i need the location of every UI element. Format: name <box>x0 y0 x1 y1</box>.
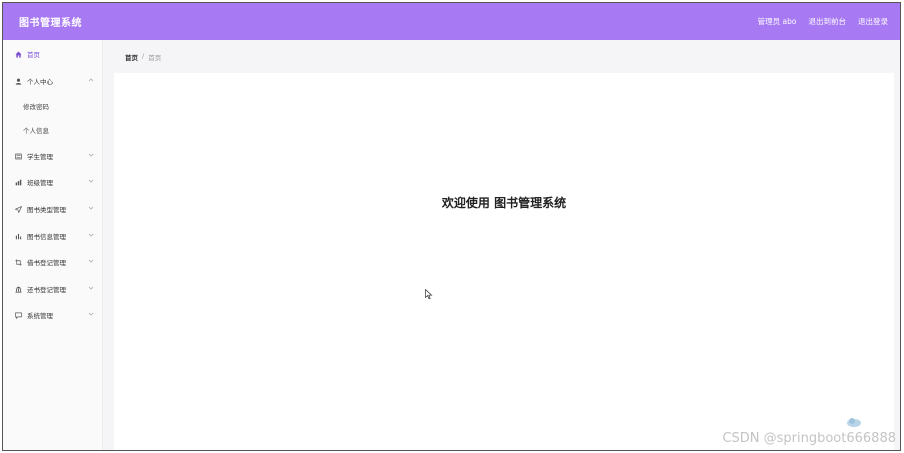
sidebar-item-system-management[interactable]: 系统管理 <box>3 307 102 323</box>
list-icon <box>14 152 22 160</box>
home-icon <box>14 50 22 58</box>
chevron-down-icon <box>88 152 94 158</box>
sidebar-item-label: 图书信息管理 <box>27 233 66 241</box>
top-header: 图书管理系统 管理员 abo 退出到前台 退出登录 <box>3 3 900 40</box>
header-links: 管理员 abo 退出到前台 退出登录 <box>758 16 888 27</box>
sidebar-subitem-personal-info[interactable]: 个人信息 <box>3 122 102 138</box>
sidebar: 首页 个人中心 修改密码 个人信息 学生管理 班级管理 图书类型管理 图书信息管… <box>3 40 103 450</box>
sidebar-item-student-management[interactable]: 学生管理 <box>3 148 102 164</box>
chart-icon <box>14 178 22 186</box>
breadcrumb-home[interactable]: 首页 <box>125 52 138 62</box>
chevron-down-icon <box>88 311 94 317</box>
watermark-text: CSDN @springboot666888 <box>722 431 896 446</box>
user-icon <box>14 77 22 85</box>
sidebar-item-label: 图书类型管理 <box>27 206 66 214</box>
logout-link[interactable]: 退出登录 <box>858 16 888 27</box>
sidebar-item-label: 个人中心 <box>27 78 53 86</box>
breadcrumb: 首页 / 首页 <box>125 52 161 62</box>
sidebar-item-label: 还书登记管理 <box>27 286 66 294</box>
sidebar-item-return-management[interactable]: 还书登记管理 <box>3 281 102 297</box>
welcome-text: 欢迎使用 图书管理系统 <box>441 196 567 210</box>
chevron-up-icon <box>88 77 94 83</box>
breadcrumb-separator: / <box>142 52 145 60</box>
mouse-cursor-icon <box>425 289 433 300</box>
sidebar-subitem-change-password[interactable]: 修改密码 <box>3 98 102 114</box>
app-title: 图书管理系统 <box>19 18 82 29</box>
sidebar-item-borrow-management[interactable]: 借书登记管理 <box>3 254 102 270</box>
bank-icon <box>14 285 22 293</box>
chevron-down-icon <box>88 205 94 211</box>
chevron-down-icon <box>88 285 94 291</box>
sidebar-item-label: 首页 <box>27 51 40 59</box>
bar-chart-icon <box>14 232 22 240</box>
sidebar-item-book-info-management[interactable]: 图书信息管理 <box>3 228 102 244</box>
message-icon <box>14 311 22 319</box>
sidebar-item-book-type-management[interactable]: 图书类型管理 <box>3 201 102 217</box>
user-label: 管理员 abo <box>757 17 797 26</box>
sidebar-item-class-management[interactable]: 班级管理 <box>3 174 102 190</box>
chevron-down-icon <box>88 178 94 184</box>
sidebar-item-label: 班级管理 <box>27 179 53 187</box>
sidebar-item-label: 学生管理 <box>27 153 53 161</box>
send-icon <box>14 205 22 213</box>
main-content: 欢迎使用 图书管理系统 <box>114 73 894 450</box>
chevron-down-icon <box>88 258 94 264</box>
sidebar-item-personal-center[interactable]: 个人中心 <box>3 73 102 89</box>
sidebar-item-home[interactable]: 首页 <box>3 46 102 62</box>
chevron-down-icon <box>88 232 94 238</box>
sidebar-item-label: 系统管理 <box>27 312 53 320</box>
crop-icon <box>14 258 22 266</box>
watermark-logo-icon <box>847 418 861 427</box>
app-window: 图书管理系统 管理员 abo 退出到前台 退出登录 首页 个人中心 修改密码 个… <box>2 2 901 451</box>
back-to-front-link[interactable]: 退出到前台 <box>809 16 847 27</box>
breadcrumb-current: 首页 <box>148 54 162 62</box>
sidebar-item-label: 借书登记管理 <box>27 259 66 267</box>
